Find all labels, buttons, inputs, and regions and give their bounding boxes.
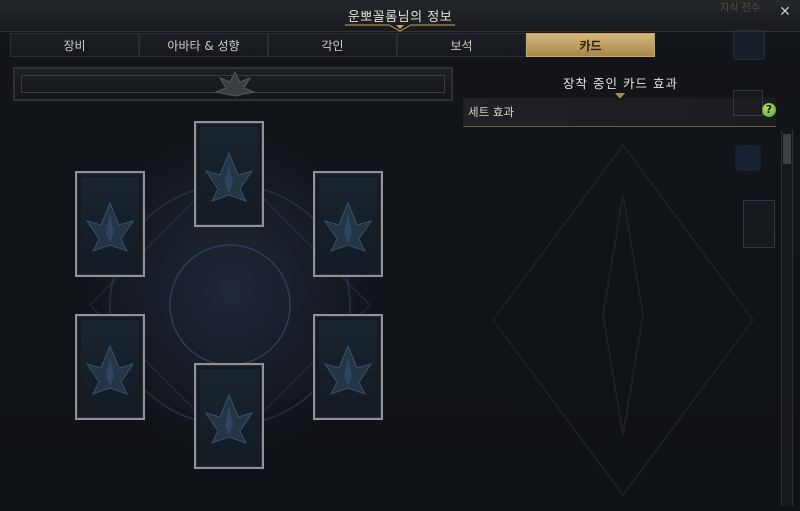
background-window-label: 지식 전수: [720, 3, 760, 14]
card-effects-panel: 장착 중인 카드 효과 세트 효과 ?: [463, 65, 778, 511]
card-slot-bottom[interactable]: [194, 363, 264, 469]
tab-gems[interactable]: 보석: [397, 33, 526, 57]
set-effect-label: 세트 효과: [468, 105, 514, 119]
frame-crest-icon: [214, 70, 256, 97]
scrollbar[interactable]: [781, 130, 793, 506]
empty-card-icon: [204, 151, 254, 202]
background-hud-icon: [733, 90, 763, 116]
background-hud-icon: [735, 145, 761, 171]
tab-avatar-disposition[interactable]: 아바타 & 성향: [139, 33, 268, 57]
card-set-name-frame: [13, 67, 453, 101]
character-info-window: 운뽀꼴롬님의 정보 지식 전수 ✕ 장비 아바타 & 성향 각인 보석 카드 장…: [0, 0, 800, 511]
panel-watermark-icon: [491, 143, 755, 497]
empty-card-icon: [323, 201, 373, 252]
tab-card[interactable]: 카드: [526, 33, 655, 57]
empty-card-icon: [204, 393, 254, 444]
help-icon[interactable]: ?: [762, 103, 776, 117]
close-button[interactable]: ✕: [776, 3, 794, 21]
card-slot-top[interactable]: [194, 121, 264, 227]
card-effects-title: 장착 중인 카드 효과: [563, 76, 678, 91]
card-slot-lower-right[interactable]: [313, 314, 383, 420]
card-slot-upper-right[interactable]: [313, 171, 383, 277]
background-hud-icon: [733, 30, 765, 60]
scroll-thumb[interactable]: [783, 134, 791, 164]
card-slot-area: [10, 65, 460, 511]
tab-bar: 장비 아바타 & 성향 각인 보석 카드: [10, 33, 785, 57]
empty-card-icon: [85, 201, 135, 252]
title-bar: 운뽀꼴롬님의 정보 지식 전수 ✕: [0, 0, 800, 32]
title-ornament-icon: [345, 24, 455, 32]
tab-engraving[interactable]: 각인: [268, 33, 397, 57]
tab-equipment[interactable]: 장비: [10, 33, 139, 57]
set-effect-header: 세트 효과 ?: [463, 98, 776, 127]
empty-card-icon: [323, 344, 373, 395]
card-slot-lower-left[interactable]: [75, 314, 145, 420]
card-slot-upper-left[interactable]: [75, 171, 145, 277]
background-hud-icon: [743, 200, 775, 248]
empty-card-icon: [85, 344, 135, 395]
